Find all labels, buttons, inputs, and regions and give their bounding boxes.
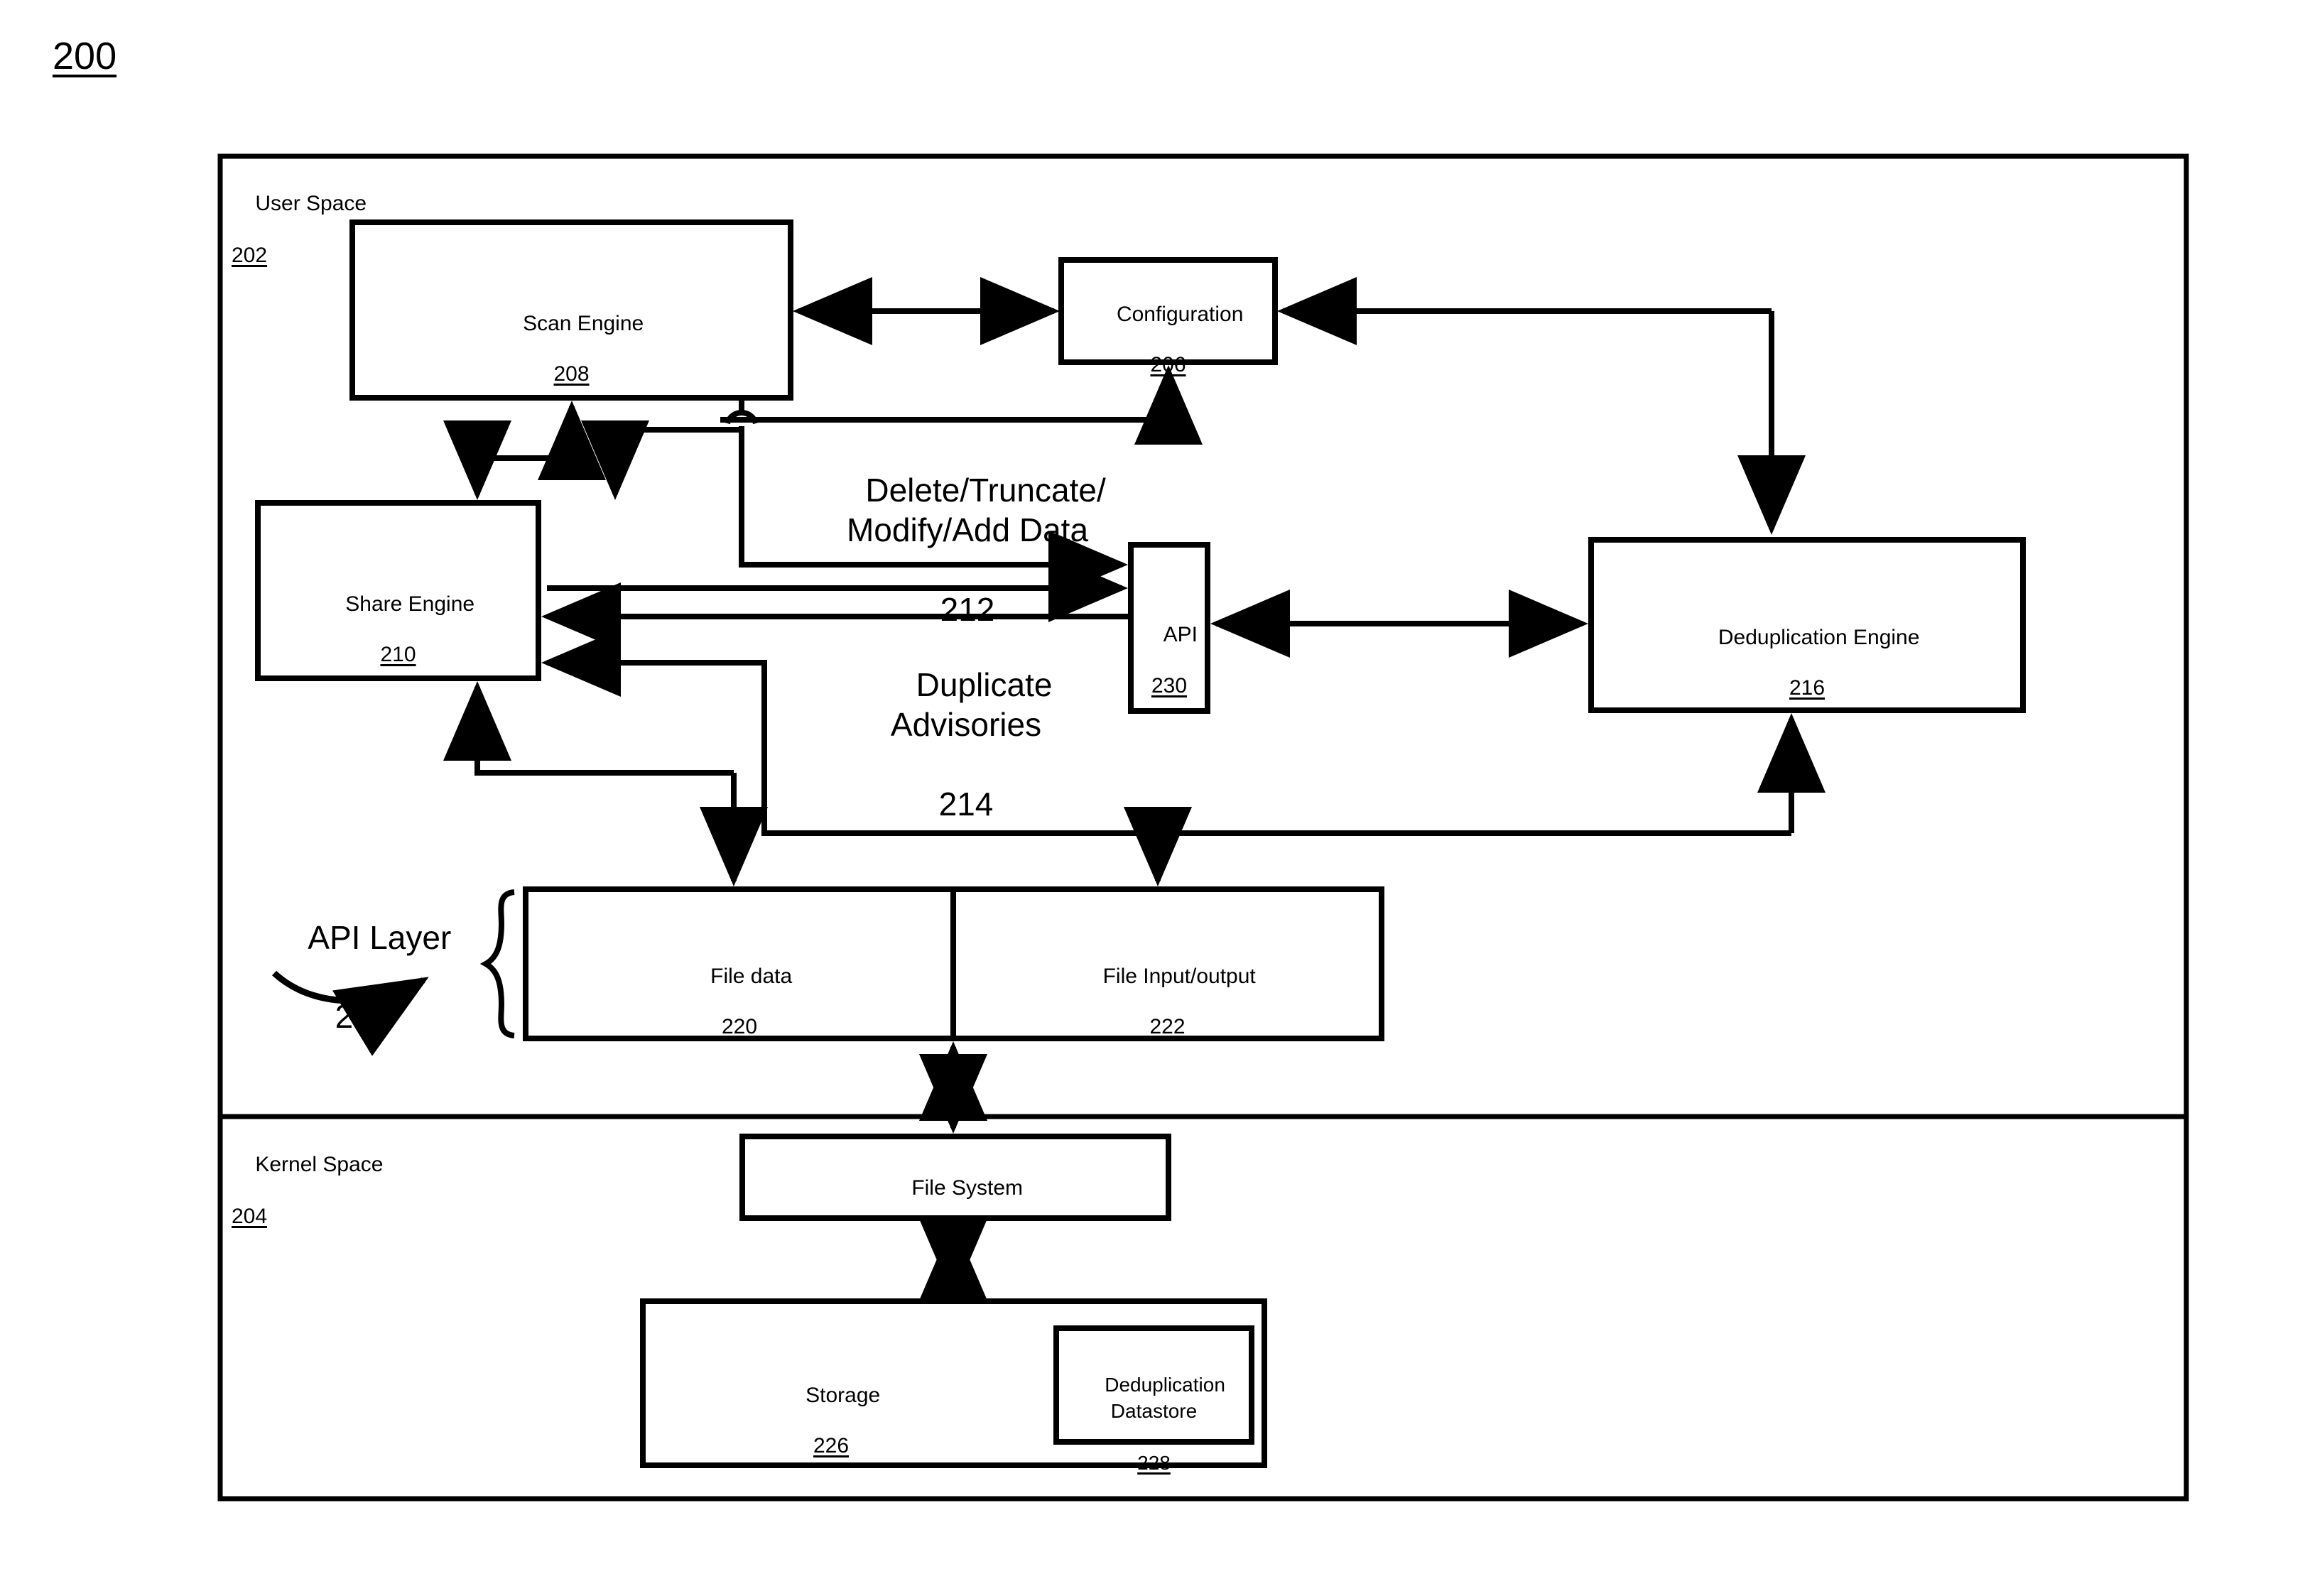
outer-frame [217, 153, 2189, 1502]
arrow-filedata-to-share-bottom [443, 681, 734, 776]
configuration-box [1058, 257, 1278, 365]
scan-engine-box [349, 219, 793, 401]
file-system-box [739, 1134, 1171, 1221]
api-layer-brace [479, 889, 515, 1038]
api-layer-pointer-arrow [271, 970, 429, 1056]
diagram-canvas [217, 153, 2189, 1502]
deduplication-datastore-box [1053, 1325, 1254, 1445]
deduplication-engine-box [1588, 537, 2026, 713]
arrow-share-to-scan [477, 401, 606, 480]
api-box [1128, 542, 1210, 714]
share-engine-box [255, 500, 541, 681]
wire-scan-down-trunk-lower [739, 426, 1128, 599]
patent-figure: 200 User Space 202 Kernel Space 204 Scan… [0, 0, 2300, 1596]
